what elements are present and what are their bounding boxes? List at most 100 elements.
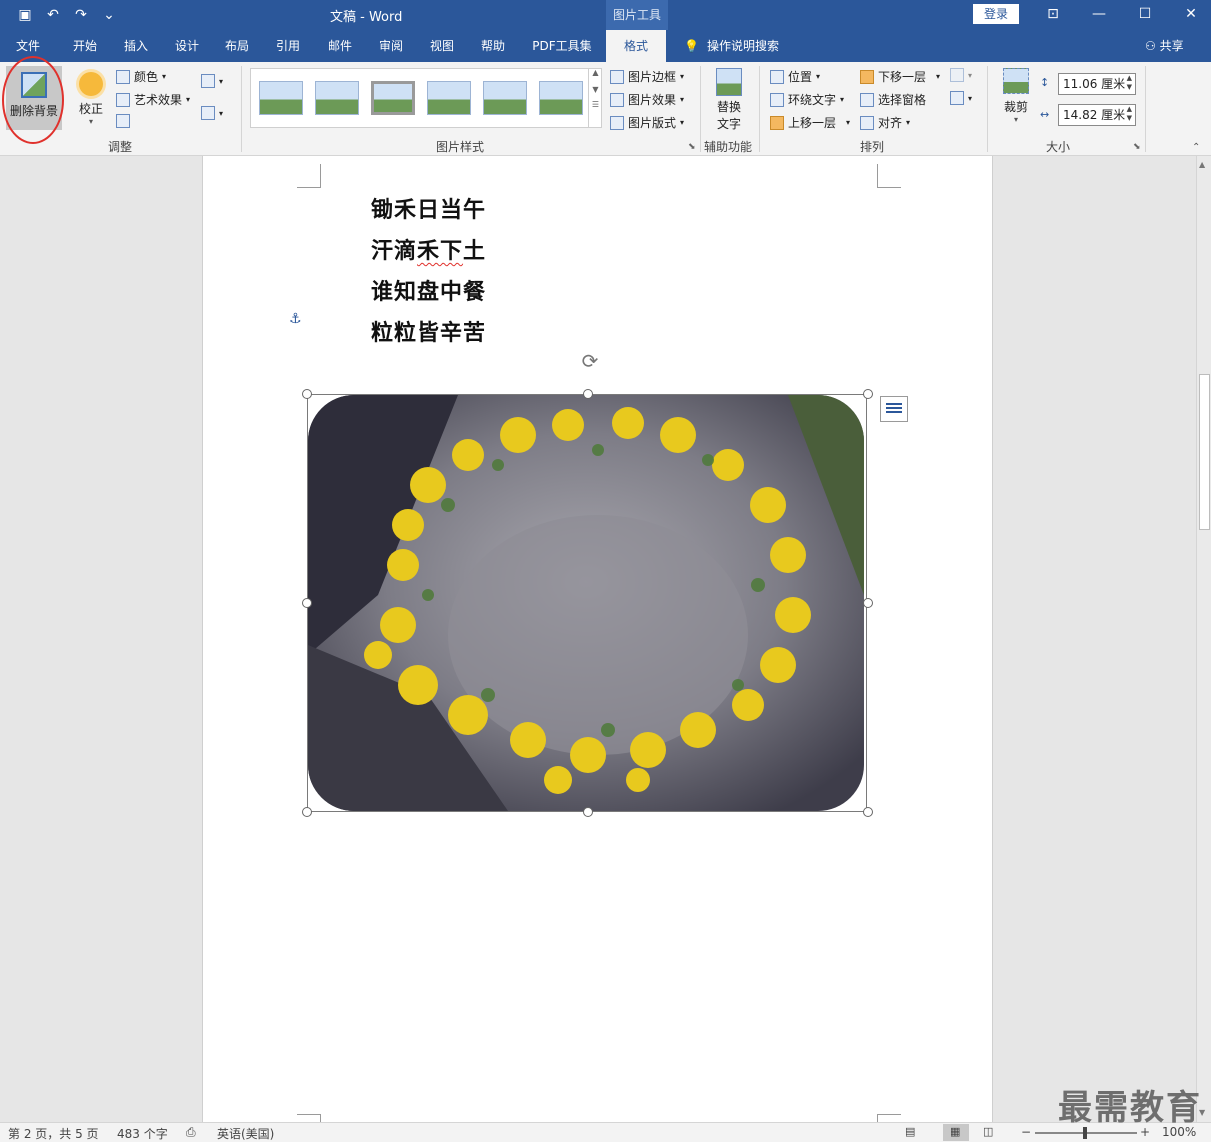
rotate-handle-icon[interactable]: ⟳ bbox=[577, 348, 603, 374]
style-thumbnail[interactable] bbox=[371, 81, 415, 115]
poem-line[interactable]: 粒粒皆辛苦 bbox=[371, 315, 486, 347]
rotate-objects-button[interactable]: ▾ bbox=[950, 91, 972, 105]
ribbon-display-options-icon[interactable]: ⊡ bbox=[1030, 0, 1076, 28]
change-picture-button[interactable]: ▾ bbox=[201, 106, 223, 120]
width-input[interactable]: 14.82 厘米 ▲ ▼ bbox=[1058, 104, 1136, 126]
style-thumbnail[interactable] bbox=[315, 81, 359, 115]
style-thumbnail[interactable] bbox=[427, 81, 471, 115]
color-button[interactable]: 颜色 ▾ bbox=[116, 68, 166, 85]
artistic-effects-button[interactable]: 艺术效果 ▾ bbox=[116, 91, 190, 108]
print-layout-icon[interactable]: ▦ bbox=[943, 1124, 969, 1141]
poem-line[interactable]: 谁知盘中餐 bbox=[371, 274, 486, 306]
tab-review[interactable]: 审阅 bbox=[367, 30, 415, 62]
tab-layout[interactable]: 布局 bbox=[213, 30, 261, 62]
group-separator bbox=[700, 66, 701, 152]
align-button[interactable]: 对齐 ▾ bbox=[860, 114, 910, 131]
tab-view[interactable]: 视图 bbox=[418, 30, 466, 62]
position-button[interactable]: 位置 ▾ bbox=[770, 68, 820, 85]
style-thumbnail[interactable] bbox=[259, 81, 303, 115]
group-objects-button[interactable]: ▾ bbox=[950, 68, 972, 82]
tab-design[interactable]: 设计 bbox=[163, 30, 211, 62]
gallery-scroll[interactable]: ▲ ▼ ☰ bbox=[588, 68, 602, 128]
scroll-up-icon[interactable]: ▲ bbox=[1199, 160, 1205, 169]
compress-pictures-button[interactable]: ▾ bbox=[201, 74, 223, 88]
resize-handle[interactable] bbox=[302, 807, 312, 817]
resize-handle[interactable] bbox=[863, 598, 873, 608]
wrap-text-button[interactable]: 环绕文字 ▾ bbox=[770, 91, 844, 108]
anchor-icon[interactable]: ⚓ bbox=[289, 311, 302, 327]
send-backward-button[interactable]: 下移一层 ▾ bbox=[860, 68, 940, 85]
dialog-launcher-icon[interactable]: ⬊ bbox=[688, 142, 696, 152]
share-button[interactable]: ⚇ 共享 bbox=[1145, 30, 1184, 62]
page-count[interactable]: 第 2 页，共 5 页 bbox=[8, 1125, 99, 1142]
group-separator bbox=[241, 66, 242, 152]
quick-access-toolbar: ▣ ↶ ↷ ⌄ bbox=[14, 4, 120, 26]
picture-border-icon bbox=[610, 69, 624, 84]
arrange-group-label: 排列 bbox=[859, 140, 884, 154]
corrections-button[interactable]: 校正 ▾ bbox=[70, 68, 112, 126]
tab-help[interactable]: 帮助 bbox=[469, 30, 517, 62]
selected-picture[interactable] bbox=[302, 389, 873, 817]
height-input[interactable]: 11.06 厘米 ▲ ▼ bbox=[1058, 73, 1136, 95]
read-mode-icon[interactable]: ▤ bbox=[905, 1124, 931, 1141]
style-thumbnail[interactable] bbox=[483, 81, 527, 115]
ribbon: 删除背景 校正 ▾ 颜色 ▾ 艺术效果 ▾ ▾ ▾ 调整 ▲ ▼ ☰ 图片边框 … bbox=[0, 62, 1211, 156]
rotate-objects-icon bbox=[950, 91, 964, 105]
color-label: 颜色 bbox=[134, 70, 159, 84]
resize-handle[interactable] bbox=[863, 389, 873, 399]
poem-line[interactable]: 汗滴禾下土 bbox=[371, 233, 486, 265]
login-button[interactable]: 登录 bbox=[973, 4, 1019, 24]
width-spinner-icon[interactable]: ▲ ▼ bbox=[1127, 105, 1132, 123]
crop-button[interactable]: 裁剪 ▾ bbox=[996, 68, 1036, 124]
redo-icon[interactable]: ↷ bbox=[70, 4, 92, 26]
dropdown-arrow-icon: ▾ bbox=[219, 108, 224, 118]
undo-icon[interactable]: ↶ bbox=[42, 4, 64, 26]
height-spinner-icon[interactable]: ▲ ▼ bbox=[1127, 74, 1132, 92]
tab-insert[interactable]: 插入 bbox=[112, 30, 160, 62]
transparency-button[interactable] bbox=[116, 114, 130, 128]
picture-effects-button[interactable]: 图片效果 ▾ bbox=[610, 91, 684, 108]
tab-mailings[interactable]: 邮件 bbox=[316, 30, 364, 62]
language-indicator[interactable]: 英语(美国) bbox=[217, 1125, 274, 1142]
resize-handle[interactable] bbox=[302, 389, 312, 399]
flower-wreath-photo[interactable] bbox=[308, 395, 864, 811]
tab-format[interactable]: 格式 bbox=[606, 30, 666, 62]
gallery-up-icon[interactable]: ▲ bbox=[589, 68, 602, 77]
resize-handle[interactable] bbox=[302, 598, 312, 608]
customize-qat-icon[interactable]: ⌄ bbox=[98, 4, 120, 26]
style-thumbnail[interactable] bbox=[539, 81, 583, 115]
poem-line[interactable]: 锄禾日当午 bbox=[371, 192, 486, 224]
document-page[interactable]: 锄禾日当午 汗滴禾下土 谁知盘中餐 粒粒皆辛苦 ⚓ ⟳ bbox=[202, 156, 993, 1122]
dialog-launcher-icon[interactable]: ⬊ bbox=[1133, 142, 1141, 152]
spelling-squiggle[interactable]: 禾下 bbox=[417, 238, 463, 264]
proofing-icon[interactable]: ⎙ bbox=[186, 1125, 196, 1140]
picture-border-button[interactable]: 图片边框 ▾ bbox=[610, 68, 684, 85]
bring-forward-button[interactable]: 上移一层 ▾ bbox=[770, 114, 850, 131]
dropdown-arrow-icon: ▾ bbox=[1013, 115, 1018, 124]
scrollbar-thumb[interactable] bbox=[1199, 374, 1210, 530]
gallery-more-icon[interactable]: ☰ bbox=[589, 100, 602, 109]
resize-handle[interactable] bbox=[863, 807, 873, 817]
selection-pane-button[interactable]: 选择窗格 bbox=[860, 91, 926, 108]
save-icon[interactable]: ▣ bbox=[14, 4, 36, 26]
tell-me-search[interactable]: 💡 操作说明搜索 bbox=[684, 30, 779, 62]
resize-handle[interactable] bbox=[583, 807, 593, 817]
picture-layout-button[interactable]: 图片版式 ▾ bbox=[610, 114, 684, 131]
zoom-out-icon[interactable]: − bbox=[1021, 1125, 1031, 1139]
gallery-down-icon[interactable]: ▼ bbox=[589, 85, 602, 94]
layout-options-button[interactable] bbox=[880, 396, 908, 422]
close-icon[interactable]: ✕ bbox=[1168, 0, 1211, 28]
tab-references[interactable]: 引用 bbox=[264, 30, 312, 62]
resize-handle[interactable] bbox=[583, 389, 593, 399]
tab-home[interactable]: 开始 bbox=[60, 30, 110, 62]
vertical-scrollbar[interactable]: ▲ ▼ bbox=[1196, 156, 1211, 1122]
dropdown-arrow-icon: ▾ bbox=[968, 93, 973, 103]
minimize-icon[interactable]: — bbox=[1076, 0, 1122, 28]
alt-text-button[interactable]: 替换 文字 bbox=[708, 68, 750, 132]
web-layout-icon[interactable]: ◫ bbox=[983, 1124, 1009, 1141]
word-count[interactable]: 483 个字 bbox=[117, 1125, 168, 1142]
collapse-ribbon-icon[interactable]: ⌃ bbox=[1192, 142, 1200, 153]
maximize-icon[interactable]: ☐ bbox=[1122, 0, 1168, 28]
tab-pdf-tools[interactable]: PDF工具集 bbox=[524, 30, 600, 62]
picture-styles-gallery[interactable] bbox=[250, 68, 602, 128]
